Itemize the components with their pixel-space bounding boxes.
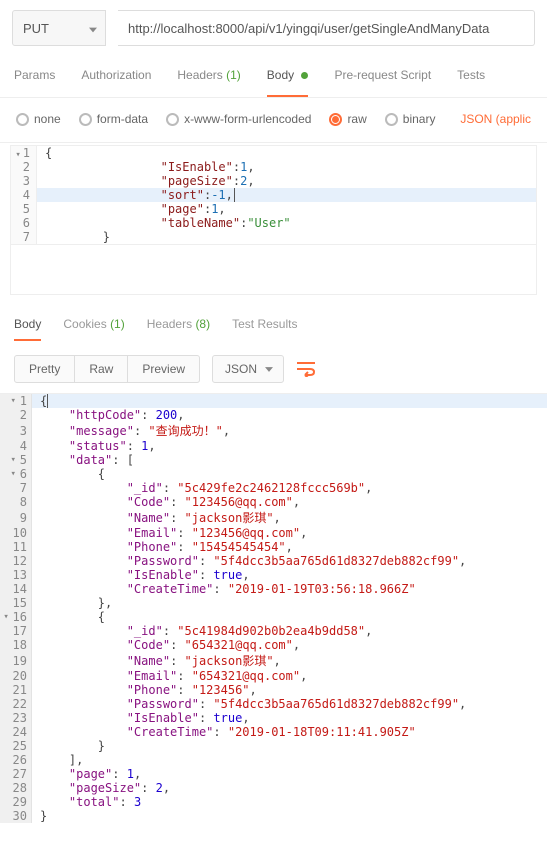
request-body-editor[interactable]: ▾1{ 2 "IsEnable":1, 3 "pageSize":2, 4 "s…: [10, 145, 537, 245]
tab-prerequest[interactable]: Pre-request Script: [334, 68, 431, 97]
tab-tests[interactable]: Tests: [457, 68, 485, 97]
body-type-row: none form-data x-www-form-urlencoded raw…: [0, 98, 547, 143]
resp-tab-cookies[interactable]: Cookies (1): [63, 317, 124, 341]
tab-headers-count: (1): [226, 68, 241, 82]
tab-body[interactable]: Body: [267, 68, 309, 97]
response-tabs: Body Cookies (1) Headers (8) Test Result…: [0, 305, 547, 343]
response-viewbar: Pretty Raw Preview JSON: [0, 343, 547, 393]
body-type-form-data[interactable]: form-data: [79, 112, 148, 126]
view-raw[interactable]: Raw: [75, 355, 128, 383]
method-select[interactable]: PUT: [12, 10, 106, 46]
tab-authorization[interactable]: Authorization: [81, 68, 151, 97]
request-tabs: Params Authorization Headers (1) Body Pr…: [0, 64, 547, 98]
response-body-editor[interactable]: ▾1{ 2 "httpCode": 200, 3 "message": "查询成…: [0, 393, 547, 823]
tab-headers-label: Headers: [177, 68, 222, 82]
tab-params[interactable]: Params: [14, 68, 55, 97]
cursor-line: 4 "sort":-1,: [11, 188, 536, 202]
body-content-type[interactable]: JSON (applic: [460, 112, 531, 126]
view-preview[interactable]: Preview: [128, 355, 200, 383]
tab-headers[interactable]: Headers (1): [177, 68, 240, 97]
tab-body-label: Body: [267, 68, 294, 82]
resp-tab-body[interactable]: Body: [14, 317, 41, 341]
chevron-down-icon: [89, 21, 97, 36]
body-type-raw[interactable]: raw: [329, 112, 366, 126]
url-text: http://localhost:8000/api/v1/yingqi/user…: [128, 21, 489, 36]
unsaved-dot-icon: [301, 72, 308, 79]
wrap-lines-icon[interactable]: [296, 361, 316, 377]
body-type-xwww[interactable]: x-www-form-urlencoded: [166, 112, 311, 126]
method-value: PUT: [23, 21, 49, 36]
view-pretty[interactable]: Pretty: [14, 355, 75, 383]
request-bar: PUT http://localhost:8000/api/v1/yingqi/…: [0, 0, 547, 64]
chevron-down-icon: [265, 367, 273, 372]
url-input[interactable]: http://localhost:8000/api/v1/yingqi/user…: [118, 10, 535, 46]
response-format-select[interactable]: JSON: [212, 355, 284, 383]
resp-tab-tests[interactable]: Test Results: [232, 317, 297, 341]
body-type-none[interactable]: none: [16, 112, 61, 126]
body-type-binary[interactable]: binary: [385, 112, 436, 126]
resp-tab-headers[interactable]: Headers (8): [147, 317, 210, 341]
